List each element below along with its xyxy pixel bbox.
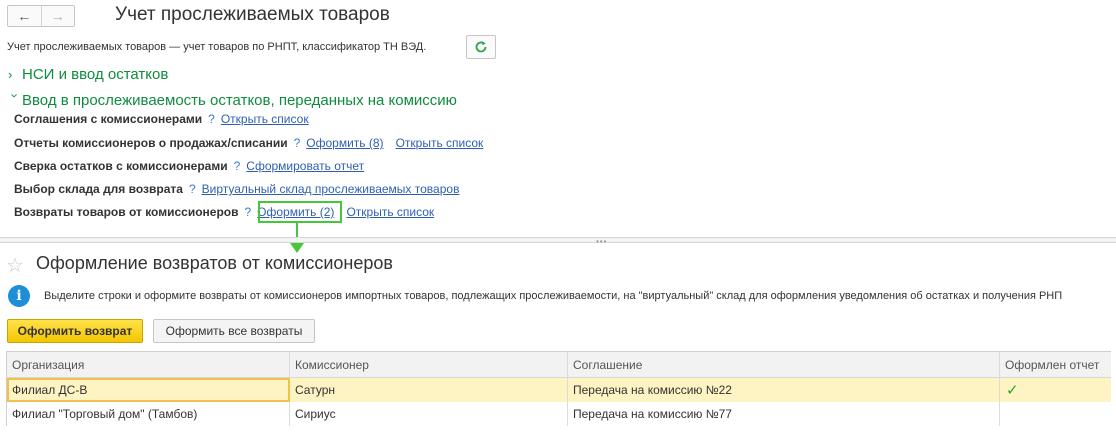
help-icon[interactable]: ? — [189, 182, 196, 196]
group-nsi[interactable]: › НСИ и ввод остатков — [8, 66, 168, 83]
arrow-down-icon — [290, 243, 304, 253]
column-header[interactable]: Комиссионер — [290, 352, 568, 377]
group-commission[interactable]: ›Ввод в прослеживаемость остатков, перед… — [8, 92, 457, 109]
column-header[interactable]: Организация — [7, 352, 290, 377]
help-icon[interactable]: ? — [208, 112, 215, 126]
page-subtitle: Учет прослеживаемых товаров — учет товар… — [7, 41, 427, 53]
help-icon[interactable]: ? — [244, 205, 251, 219]
row-label: Соглашения с комиссионерами — [14, 112, 203, 126]
generate-report-link[interactable]: Сформировать отчет — [246, 159, 364, 173]
nav-buttons: ← → — [7, 5, 75, 27]
table-row[interactable]: Филиал "Торговый дом" (Тамбов) Сириус Пе… — [7, 402, 1111, 426]
table-cell[interactable] — [1000, 402, 1111, 426]
row-label: Отчеты комиссионеров о продажах/списании — [14, 136, 288, 150]
table-header: Организация Комиссионер Соглашение Оформ… — [7, 352, 1111, 378]
star-icon[interactable]: ☆ — [6, 253, 24, 278]
table-row[interactable]: Филиал ДС-В Сатурн Передача на комиссию … — [7, 378, 1111, 402]
back-arrow-icon[interactable]: ← — [8, 6, 41, 26]
table-cell[interactable]: Филиал ДС-В — [7, 378, 290, 402]
table-cell[interactable]: Передача на комиссию №22 — [568, 378, 1000, 402]
checkmark-icon[interactable]: ✓ — [1000, 378, 1111, 402]
process-return-button[interactable]: Оформить возврат — [7, 319, 143, 343]
chevron-right-icon: › — [8, 67, 13, 82]
info-icon: i — [8, 285, 30, 307]
grip-icon: ••• — [596, 237, 608, 246]
warehouse-link[interactable]: Виртуальный склад прослеживаемых товаров — [202, 182, 460, 196]
column-header[interactable]: Оформлен отчет — [1000, 352, 1111, 377]
forward-arrow-icon[interactable]: → — [40, 6, 75, 26]
group-commission-label: Ввод в прослеживаемость остатков, переда… — [22, 92, 457, 109]
open-list-link[interactable]: Открыть список — [396, 136, 484, 150]
highlight-box — [258, 201, 342, 223]
returns-table: Организация Комиссионер Соглашение Оформ… — [6, 351, 1111, 426]
process-all-returns-button[interactable]: Оформить все возвраты — [153, 319, 315, 343]
help-icon[interactable]: ? — [234, 159, 241, 173]
row-label: Выбор склада для возврата — [14, 182, 183, 196]
subform-title: Оформление возвратов от комиссионеров — [36, 253, 393, 273]
row-reconciliation: Сверка остатков с комиссионерами ? Сформ… — [14, 157, 376, 175]
row-label: Сверка остатков с комиссионерами — [14, 159, 228, 173]
row-returns: Возвраты товаров от комиссионеров ? Офор… — [14, 203, 446, 221]
process-link[interactable]: Оформить (8) — [306, 136, 383, 150]
refresh-icon — [475, 41, 487, 53]
row-warehouse: Выбор склада для возврата ? Виртуальный … — [14, 180, 471, 198]
table-cell[interactable]: Сатурн — [290, 378, 568, 402]
group-nsi-label: НСИ и ввод остатков — [22, 66, 169, 83]
open-list-link[interactable]: Открыть список — [346, 205, 434, 219]
row-agreements: Соглашения с комиссионерами ? Открыть сп… — [14, 110, 321, 128]
row-reports: Отчеты комиссионеров о продажах/списании… — [14, 134, 495, 152]
refresh-button[interactable] — [466, 35, 496, 59]
column-header[interactable]: Соглашение — [568, 352, 1000, 377]
help-icon[interactable]: ? — [294, 136, 301, 150]
page-title: Учет прослеживаемых товаров — [115, 4, 390, 25]
table-cell[interactable]: Сириус — [290, 402, 568, 426]
row-label: Возвраты товаров от комиссионеров — [14, 205, 239, 219]
info-text: Выделите строки и оформите возвраты от к… — [44, 290, 1063, 302]
panel-splitter[interactable] — [0, 237, 1116, 243]
table-cell[interactable]: Передача на комиссию №77 — [568, 402, 1000, 426]
chevron-down-icon: › — [7, 93, 23, 98]
table-cell[interactable]: Филиал "Торговый дом" (Тамбов) — [7, 402, 290, 426]
open-list-link[interactable]: Открыть список — [221, 112, 309, 126]
